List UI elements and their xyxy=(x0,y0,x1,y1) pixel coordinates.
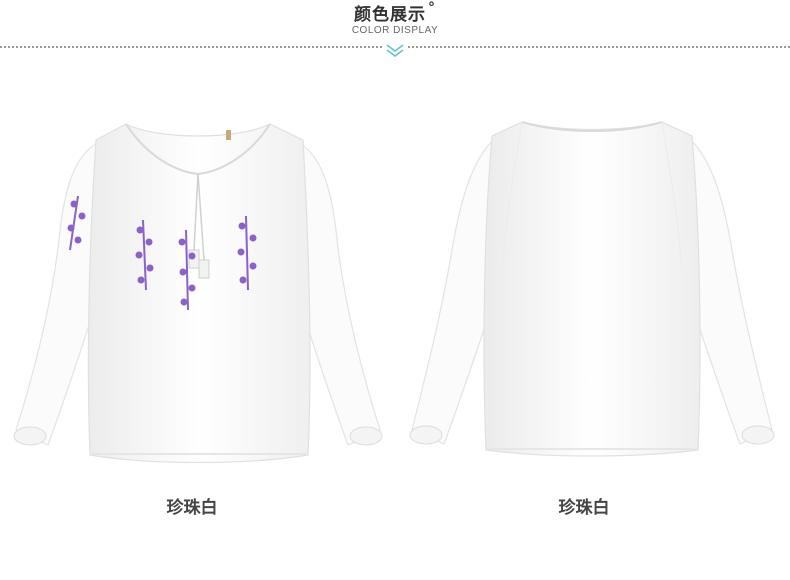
section-title: 颜色展示 ° xyxy=(0,0,790,25)
double-chevron-down-icon xyxy=(383,42,407,58)
color-name-label: 珍珠白 xyxy=(166,498,218,518)
section-subtitle: COLOR DISPLAY xyxy=(351,25,439,36)
color-name-label: 珍珠白 xyxy=(558,498,610,518)
section-header: 颜色展示 ° COLOR DISPLAY xyxy=(0,0,790,60)
degree-mark: ° xyxy=(428,0,436,16)
product-image-back xyxy=(402,110,782,470)
product-image-front xyxy=(8,110,388,470)
section-title-text: 颜色展示 xyxy=(354,5,426,25)
